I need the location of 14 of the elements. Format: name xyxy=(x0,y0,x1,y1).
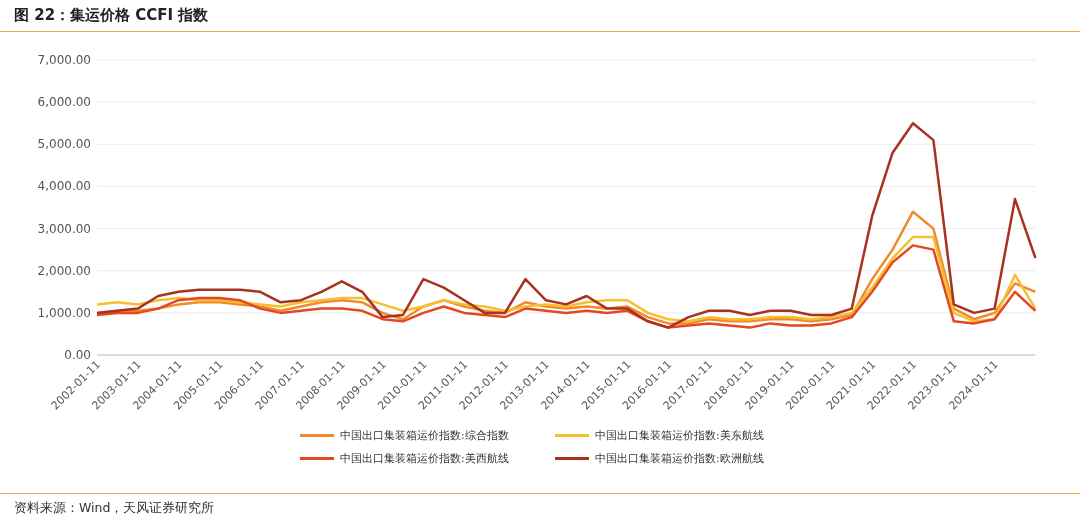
y-tick-label: 4,000.00 xyxy=(37,179,91,194)
y-tick-label: 3,000.00 xyxy=(37,221,91,236)
y-tick-label: 1,000.00 xyxy=(37,305,91,320)
figure-title: 图 22：集运价格 CCFI 指数 xyxy=(0,0,1080,32)
legend-label: 中国出口集装箱运价指数:综合指数 xyxy=(340,428,509,443)
source-note: 资料来源：Wind，天风证券研究所 xyxy=(0,493,1080,517)
y-tick-label: 6,000.00 xyxy=(37,95,91,110)
y-tick-label: 2,000.00 xyxy=(37,263,91,278)
y-tick-label: 5,000.00 xyxy=(37,137,91,152)
legend-label: 中国出口集装箱运价指数:美西航线 xyxy=(340,451,509,466)
legend-label: 中国出口集装箱运价指数:美东航线 xyxy=(595,428,764,443)
y-tick-label: 7,000.00 xyxy=(37,53,91,67)
legend-label: 中国出口集装箱运价指数:欧洲航线 xyxy=(595,451,764,466)
y-tick-label: 0.00 xyxy=(64,348,91,362)
